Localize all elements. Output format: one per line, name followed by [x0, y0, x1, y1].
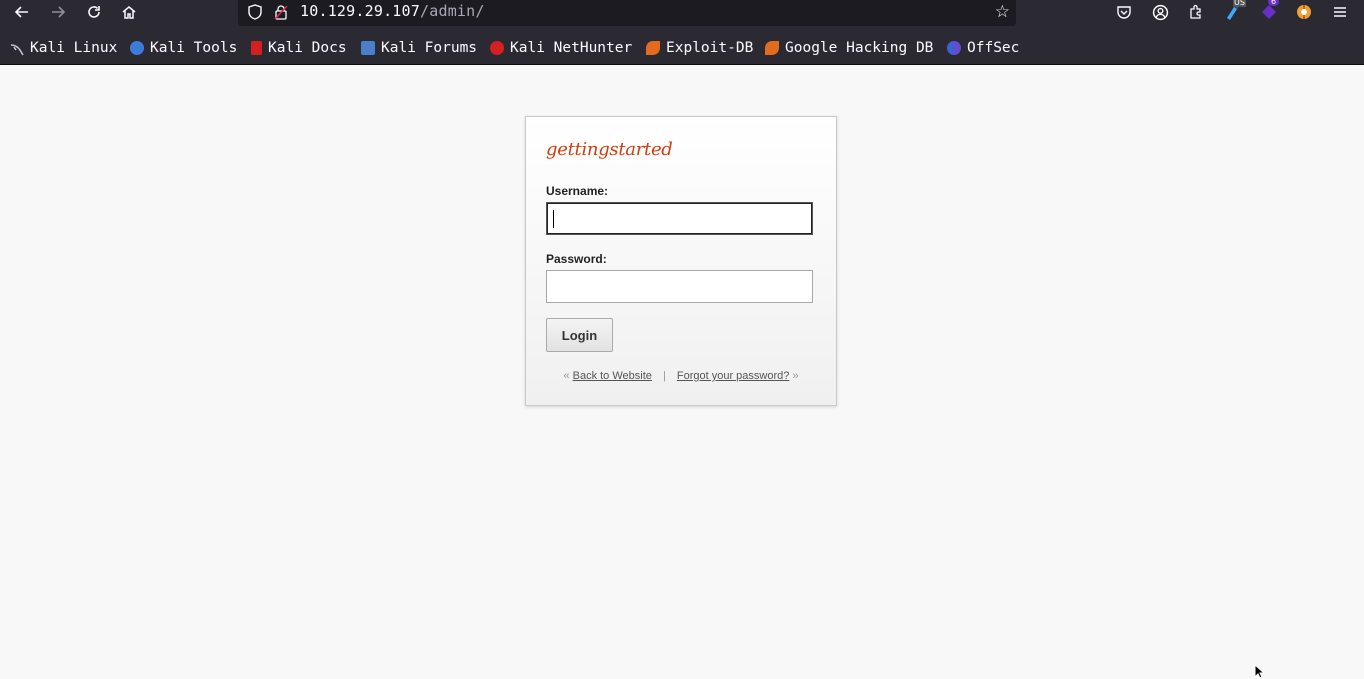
- right-quote: »: [792, 370, 799, 382]
- bookmark-label: Google Hacking DB: [785, 40, 934, 56]
- ublock-extension-icon[interactable]: 6: [1255, 0, 1283, 24]
- insecure-lock-icon[interactable]: [272, 3, 290, 21]
- language-extension-icon[interactable]: US: [1219, 0, 1247, 24]
- site-title: gettingstarted: [546, 139, 673, 160]
- panel-footer-links: « Back to Website | Forgot your password…: [526, 370, 836, 382]
- bookmark-kali-tools[interactable]: Kali Tools: [130, 39, 237, 57]
- home-icon[interactable]: [114, 0, 144, 24]
- bookmark-star-icon[interactable]: ☆: [995, 2, 1010, 22]
- kali-dragon-icon: [10, 41, 24, 56]
- bookmark-kali-linux[interactable]: Kali Linux: [10, 39, 117, 57]
- url-path: /admin/: [420, 2, 485, 20]
- bookmark-kali-docs[interactable]: Kali Docs: [251, 39, 347, 57]
- pocket-icon[interactable]: [1110, 0, 1138, 24]
- login-button[interactable]: Login: [546, 318, 613, 352]
- username-label: Username:: [546, 184, 609, 198]
- url-text[interactable]: 10.129.29.107/admin/: [300, 2, 485, 20]
- extensions-icon[interactable]: [1182, 0, 1210, 24]
- url-bar[interactable]: 10.129.29.107/admin/ ☆: [238, 0, 1016, 26]
- bookmark-label: Kali Forums: [381, 40, 478, 56]
- bookmark-label: Kali Tools: [150, 40, 238, 56]
- bookmarks-bar: Kali Linux Kali Tools Kali Docs Kali For…: [0, 30, 1364, 65]
- kali-nethunter-icon: [490, 41, 504, 55]
- fox-extension-icon[interactable]: [1290, 0, 1318, 24]
- bookmark-offsec[interactable]: OffSec: [947, 39, 1019, 57]
- ghdb-icon: [765, 41, 779, 55]
- menu-icon[interactable]: [1326, 0, 1354, 24]
- bookmark-label: Kali NetHunter: [510, 40, 633, 56]
- reload-icon[interactable]: [79, 0, 109, 24]
- back-to-website-link[interactable]: Back to Website: [573, 370, 652, 382]
- bookmark-kali-forums[interactable]: Kali Forums: [361, 39, 477, 57]
- password-input[interactable]: [546, 270, 813, 303]
- login-panel: gettingstarted Username: Password: Login…: [525, 116, 837, 406]
- mouse-cursor-icon: [1254, 663, 1266, 679]
- kali-docs-icon: [251, 41, 262, 55]
- bookmark-label: Exploit-DB: [666, 40, 754, 56]
- bookmark-label: OffSec: [967, 40, 1020, 56]
- forgot-password-link[interactable]: Forgot your password?: [677, 370, 790, 382]
- offsec-icon: [947, 41, 961, 55]
- bookmark-exploit-db[interactable]: Exploit-DB: [646, 39, 753, 57]
- link-separator: |: [662, 370, 666, 382]
- back-icon[interactable]: [7, 0, 37, 24]
- bookmark-google-hacking-db[interactable]: Google Hacking DB: [765, 39, 933, 57]
- us-badge: US: [1233, 0, 1246, 7]
- bookmark-kali-nethunter[interactable]: Kali NetHunter: [490, 39, 632, 57]
- bookmark-label: Kali Docs: [268, 40, 347, 56]
- kali-tools-icon: [130, 41, 144, 55]
- bookmark-label: Kali Linux: [30, 40, 118, 56]
- exploit-db-icon: [646, 41, 660, 55]
- password-label: Password:: [546, 252, 607, 266]
- left-quote: «: [563, 370, 570, 382]
- browser-toolbar: 10.129.29.107/admin/ ☆ US 6: [0, 0, 1364, 30]
- text-caret: [553, 210, 554, 228]
- url-host: 10.129.29.107: [300, 2, 420, 20]
- shield-icon[interactable]: [246, 3, 264, 21]
- account-icon[interactable]: [1146, 0, 1174, 24]
- forward-icon[interactable]: [43, 0, 73, 24]
- username-input[interactable]: [546, 202, 813, 235]
- kali-forums-icon: [361, 41, 375, 55]
